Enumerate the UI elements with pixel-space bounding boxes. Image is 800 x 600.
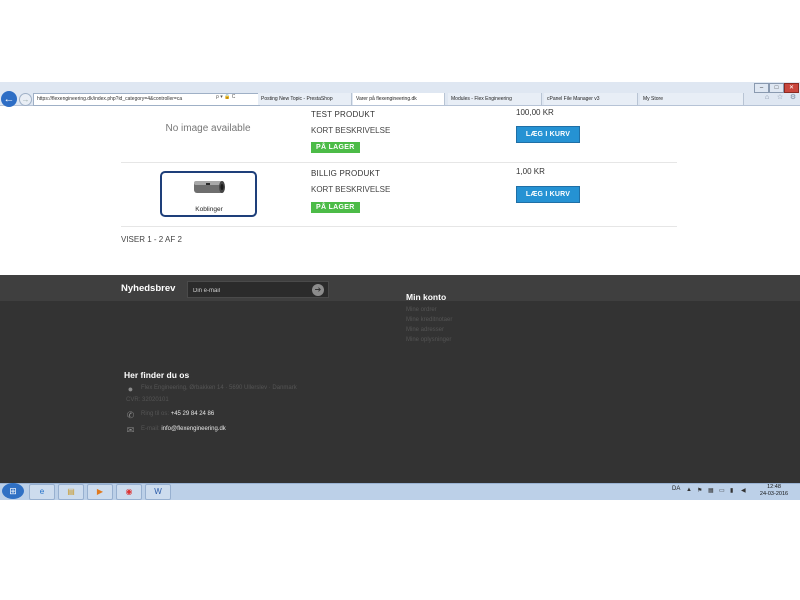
flag-icon[interactable]: ⚑	[697, 487, 702, 494]
back-arrow-icon[interactable]: ←	[1, 91, 17, 107]
newsletter-title: Nyhedsbrev	[121, 283, 176, 294]
home-icon[interactable]: ⌂	[763, 94, 771, 102]
phone-icon: ✆	[126, 410, 135, 420]
pagination-summary: VISER 1 - 2 AF 2	[121, 235, 182, 244]
phone-number[interactable]: +45 29 84 24 86	[171, 411, 215, 417]
internet-explorer-icon[interactable]: e	[29, 484, 55, 500]
envelope-icon: ✉	[126, 425, 135, 435]
tab-modules[interactable]: Modules - Flex Engineering	[448, 93, 542, 105]
show-hidden-icons-icon[interactable]: ▲	[686, 487, 692, 493]
favorites-star-icon[interactable]: ☆	[776, 94, 784, 102]
add-to-cart-button[interactable]: LÆG I KURV	[516, 186, 580, 203]
newsletter-email-input[interactable]	[191, 284, 310, 297]
stock-badge: PÅ LAGER	[311, 142, 360, 153]
phone-label: Ring til os:	[141, 411, 170, 417]
product-price: 1,00 KR	[516, 167, 545, 176]
clock-date: 24-03-2016	[759, 491, 789, 497]
file-explorer-icon[interactable]: ▤	[58, 484, 84, 500]
battery-icon[interactable]: ▭	[719, 487, 725, 494]
account-title: Min konto	[406, 292, 447, 302]
forward-arrow-icon[interactable]: →	[19, 93, 32, 106]
add-to-cart-button[interactable]: LÆG I KURV	[516, 126, 580, 143]
company-cvr: CVR: 32020101	[126, 397, 169, 403]
volume-icon[interactable]: ◀	[741, 487, 746, 494]
network-icon[interactable]: ▦	[708, 487, 714, 494]
chrome-icon[interactable]: ◉	[116, 484, 142, 500]
newsletter-email-field[interactable]	[187, 281, 329, 298]
phone-line: Ring til os: +45 29 84 24 86	[141, 411, 214, 417]
product-description: KORT BESKRIVELSE	[311, 126, 391, 135]
account-link-personal-info[interactable]: Mine oplysninger	[406, 337, 451, 343]
address-url: https://flexengineering.dk/index.php?id_…	[37, 96, 183, 102]
account-link-orders[interactable]: Mine ordrer	[406, 307, 437, 313]
language-indicator[interactable]: DA	[672, 486, 680, 492]
clock-time: 12:48	[767, 484, 781, 490]
windows-start-icon[interactable]: ⊞	[2, 483, 24, 499]
email-label: E-mail:	[141, 426, 160, 432]
coupling-image	[194, 181, 225, 193]
no-image-placeholder: No image available	[165, 123, 251, 134]
row-divider	[121, 226, 677, 227]
account-link-credit-notes[interactable]: Mine kreditnotaer	[406, 317, 452, 323]
footer	[0, 301, 800, 483]
minimize-button[interactable]: –	[754, 83, 769, 93]
settings-gear-icon[interactable]: ⚙	[789, 94, 797, 102]
system-clock[interactable]: 12:48 24-03-2016	[752, 484, 796, 498]
location-title: Her finder du os	[124, 370, 190, 380]
tab-cpanel[interactable]: cPanel File Manager v3	[544, 93, 638, 105]
thumbnail-caption: Koblinger	[195, 206, 223, 213]
tab-varer[interactable]: Varer på flexengineering.dk	[353, 93, 445, 105]
word-icon[interactable]: W	[145, 484, 171, 500]
arrow-right-icon[interactable]: ➔	[312, 284, 324, 296]
media-player-icon[interactable]: ▶	[87, 484, 113, 500]
product-name[interactable]: BILLIG PRODUKT	[311, 169, 380, 178]
product-price: 100,00 KR	[516, 108, 554, 117]
email-line: E-mail: info@flexengineering.dk	[141, 426, 226, 432]
address-bar-icons: ρ ▾ 🔒 C	[216, 94, 236, 100]
company-address: Flex Engineering, Ørbakken 14 · 5690 Ull…	[141, 385, 297, 391]
map-marker-icon: ●	[127, 384, 134, 394]
row-divider	[121, 162, 677, 163]
maximize-button[interactable]: □	[769, 83, 784, 93]
account-link-addresses[interactable]: Mine adresser	[406, 327, 444, 333]
close-button[interactable]: ✕	[784, 83, 799, 93]
product-name[interactable]: TEST PRODUKT	[311, 110, 375, 119]
stock-badge: PÅ LAGER	[311, 202, 360, 213]
signal-icon[interactable]: ▮	[730, 487, 733, 494]
product-description: KORT BESKRIVELSE	[311, 185, 391, 194]
tab-my-store[interactable]: My Store	[640, 93, 744, 105]
newsletter-bar	[0, 275, 800, 301]
email-link[interactable]: info@flexengineering.dk	[161, 426, 225, 432]
tab-posting-new-topic[interactable]: Posting New Topic - PrestaShop	[258, 93, 352, 105]
